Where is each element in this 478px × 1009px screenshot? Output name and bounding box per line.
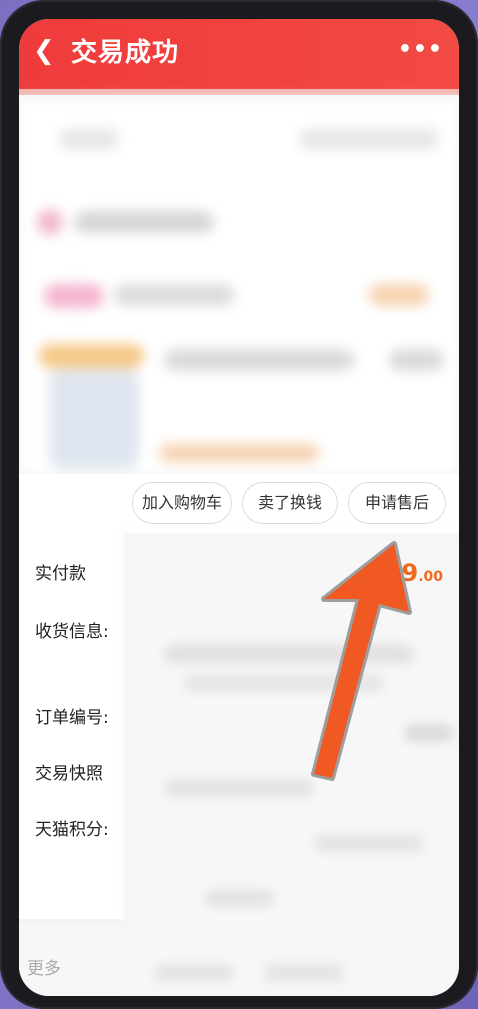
header-divider	[19, 89, 459, 95]
more-dots-icon[interactable]: •••	[398, 37, 443, 62]
add-to-cart-button[interactable]: 加入购物车	[132, 482, 232, 524]
sell-for-cash-button[interactable]: 卖了换钱	[242, 482, 338, 524]
action-button-row: 加入购物车 卖了换钱 申请售后	[19, 474, 459, 534]
order-number-label: 订单编号:	[35, 708, 109, 728]
after-sales-button[interactable]: 申请售后	[348, 482, 446, 524]
phone-frame: ❮ 交易成功 ••• 加入购物车 卖了换钱 申请售后 .00 实付款 收货信息:…	[0, 0, 478, 1009]
blurred-order-card	[19, 99, 459, 474]
annotation-arrow-icon	[311, 541, 412, 781]
screen: ❮ 交易成功 ••• 加入购物车 卖了换钱 申请售后 .00 实付款 收货信息:…	[19, 19, 459, 996]
chevron-left-icon[interactable]: ❮	[33, 31, 55, 71]
shipping-info-label: 收货信息:	[35, 622, 109, 642]
paid-label: 实付款	[35, 564, 86, 584]
page-title: 交易成功	[71, 38, 180, 68]
header-bar: ❮ 交易成功 •••	[19, 19, 459, 89]
tmall-points-label: 天猫积分:	[35, 820, 109, 840]
more-link[interactable]: 更多	[27, 954, 61, 979]
trade-snapshot-label[interactable]: 交易快照	[35, 759, 103, 784]
